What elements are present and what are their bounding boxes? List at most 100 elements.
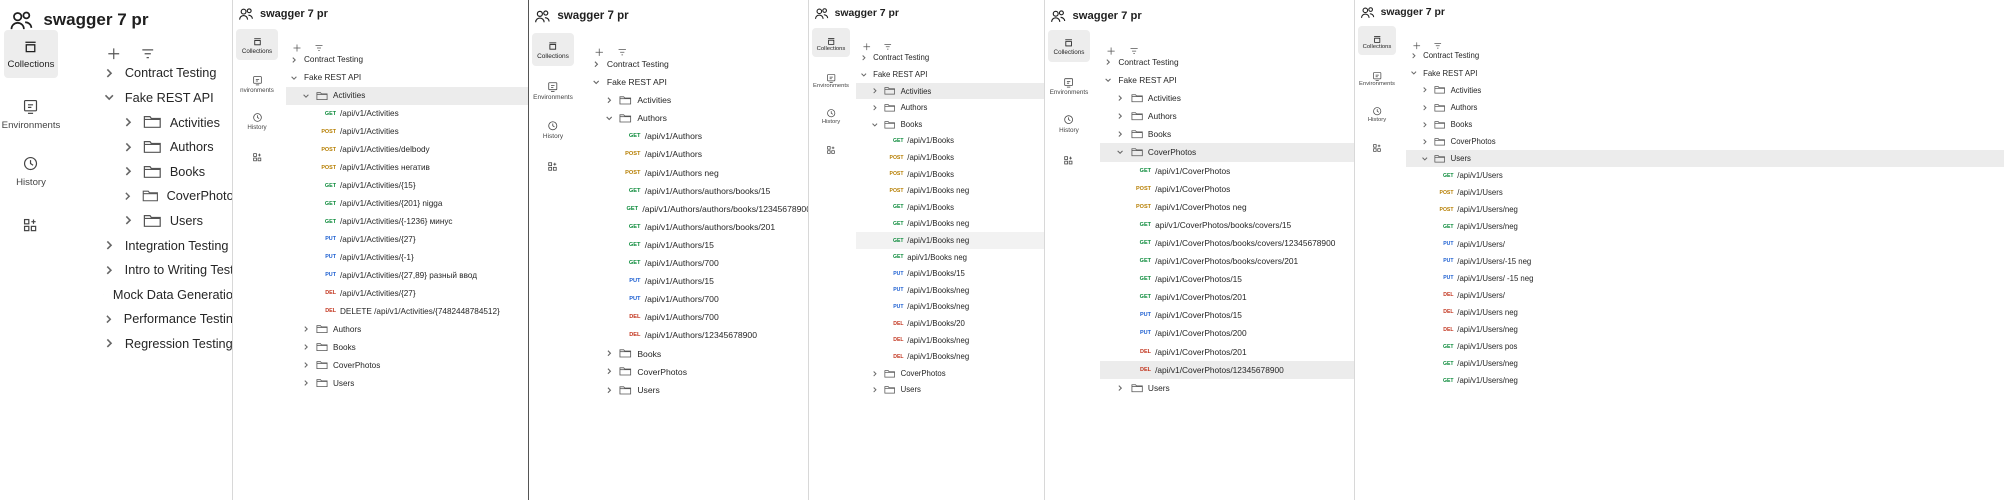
rail-collections[interactable]: Collections <box>236 29 278 60</box>
chevron-down-icon[interactable] <box>1410 69 1418 77</box>
folder-item[interactable]: Activities <box>97 110 240 135</box>
chevron-right-icon[interactable] <box>302 361 310 369</box>
folder-item[interactable]: Authors <box>856 100 1048 117</box>
folder-item[interactable]: Books <box>286 338 528 356</box>
chevron-right-icon[interactable] <box>605 367 613 375</box>
collection-item[interactable]: Performance Testing <box>97 307 240 332</box>
rail-environments[interactable]: Environments <box>812 65 850 94</box>
request-item[interactable]: GET/api/v1/CoverPhotos/books/covers/201 <box>1100 252 1354 270</box>
chevron-right-icon[interactable] <box>871 370 879 378</box>
request-item[interactable]: GET/api/v1/Authors <box>588 127 811 145</box>
rail-environments[interactable]: Environments <box>1048 70 1090 102</box>
rail-configure-apps[interactable] <box>532 152 574 179</box>
folder-item[interactable]: Activities <box>286 86 528 105</box>
plus-icon[interactable] <box>862 39 872 51</box>
request-item[interactable]: PUT/api/v1/Users/ <box>1406 236 2004 253</box>
chevron-right-icon[interactable] <box>122 116 134 128</box>
folder-item[interactable]: CoverPhotos <box>1100 143 1354 162</box>
request-item[interactable]: POST/api/v1/Users <box>1406 184 2004 201</box>
chevron-down-icon[interactable] <box>290 74 298 82</box>
request-item[interactable]: DEL/api/v1/Activities/{27} <box>286 284 528 302</box>
request-item[interactable]: GET api/v1/CoverPhotos/books/covers/15 <box>1100 216 1354 234</box>
request-item[interactable]: GET/api/v1/CoverPhotos/15 <box>1100 270 1354 288</box>
request-item[interactable]: DEL/api/v1/Authors/700 <box>588 308 811 326</box>
chevron-right-icon[interactable] <box>122 190 133 202</box>
folder-item[interactable]: Activities <box>1406 82 2004 99</box>
request-item[interactable]: GET/api/v1/Books <box>856 199 1048 216</box>
request-item[interactable]: GET/api/v1/Activities <box>286 105 528 123</box>
chevron-down-icon[interactable] <box>302 92 310 100</box>
folder-item[interactable]: Activities <box>1100 89 1354 107</box>
rail-collections[interactable]: Collections <box>812 28 850 58</box>
chevron-down-icon[interactable] <box>592 78 600 86</box>
collection-item[interactable]: Fake REST API <box>97 85 240 110</box>
chevron-right-icon[interactable] <box>302 325 310 333</box>
request-item[interactable]: DEL/api/v1/Users/neg <box>1406 321 2004 338</box>
folder-item[interactable]: Books <box>1100 125 1354 143</box>
folder-item[interactable]: Books <box>97 159 240 184</box>
rail-configure-apps[interactable] <box>1358 133 1396 158</box>
request-item[interactable]: GET/api/v1/Users <box>1406 167 2004 184</box>
filter-icon[interactable] <box>1433 38 1443 49</box>
filter-icon[interactable] <box>1129 43 1139 54</box>
collection-item[interactable]: Fake REST API <box>1100 71 1354 89</box>
collection-item[interactable]: Contract Testing <box>97 61 240 86</box>
request-item[interactable]: GET/api/v1/Users/neg <box>1406 218 2004 235</box>
plus-icon[interactable] <box>594 44 605 56</box>
folder-item[interactable]: Users <box>286 374 528 392</box>
folder-item[interactable]: Authors <box>97 135 240 160</box>
rail-configure-apps[interactable] <box>812 135 850 160</box>
rail-history[interactable]: History <box>236 105 278 136</box>
chevron-down-icon[interactable] <box>605 114 613 122</box>
request-item[interactable]: POST/api/v1/Authors neg <box>588 164 811 182</box>
request-item[interactable]: GET/api/v1/Authors/700 <box>588 254 811 272</box>
folder-item[interactable]: Users <box>1100 379 1354 397</box>
request-item[interactable]: PUT/api/v1/Authors/15 <box>588 272 811 290</box>
folder-item[interactable]: Users <box>1406 150 2004 168</box>
request-item[interactable]: GET api/v1/Books neg <box>856 249 1048 266</box>
filter-icon[interactable] <box>883 39 893 50</box>
request-item[interactable]: GET/api/v1/Books <box>856 133 1048 150</box>
folder-item[interactable]: Authors <box>286 320 528 338</box>
collection-item[interactable]: Contract Testing <box>286 51 528 69</box>
chevron-right-icon[interactable] <box>302 379 310 387</box>
collection-item[interactable]: Fake REST API <box>856 66 1048 83</box>
chevron-down-icon[interactable] <box>1104 76 1112 84</box>
rail-history[interactable]: History <box>812 100 850 129</box>
filter-icon[interactable] <box>314 40 324 51</box>
folder-item[interactable]: Authors <box>1100 107 1354 125</box>
chevron-down-icon[interactable] <box>1116 148 1124 156</box>
chevron-right-icon[interactable] <box>122 214 134 226</box>
chevron-right-icon[interactable] <box>1421 121 1429 129</box>
chevron-right-icon[interactable] <box>605 349 613 357</box>
chevron-right-icon[interactable] <box>871 386 879 394</box>
chevron-right-icon[interactable] <box>1116 112 1124 120</box>
request-item[interactable]: PUT/api/v1/CoverPhotos/15 <box>1100 306 1354 324</box>
request-item[interactable]: GET/api/v1/CoverPhotos/201 <box>1100 288 1354 306</box>
request-item[interactable]: PUT/api/v1/Authors/700 <box>588 290 811 308</box>
plus-icon[interactable] <box>292 40 302 52</box>
rail-environments[interactable]: Environments <box>2 90 60 138</box>
chevron-down-icon[interactable] <box>1421 155 1429 163</box>
request-item[interactable]: GET/api/v1/Authors/authors/books/1234567… <box>588 200 812 218</box>
plus-icon[interactable] <box>106 46 122 62</box>
rail-collections[interactable]: Collections <box>1048 30 1090 62</box>
folder-item[interactable]: CoverPhotos <box>856 365 1048 382</box>
request-item[interactable]: DEL DELETE /api/v1/Activities/{7482448784… <box>286 302 528 320</box>
request-item[interactable]: GET/api/v1/Activities/{15} <box>286 177 528 195</box>
request-item[interactable]: GET/api/v1/CoverPhotos <box>1100 162 1354 180</box>
chevron-right-icon[interactable] <box>122 141 134 153</box>
chevron-right-icon[interactable] <box>103 337 115 349</box>
request-item[interactable]: POST/api/v1/CoverPhotos neg <box>1100 198 1354 216</box>
folder-item[interactable]: CoverPhotos <box>286 356 528 374</box>
rail-configure-apps[interactable] <box>1048 145 1090 172</box>
request-item[interactable]: DEL/api/v1/Users/ <box>1406 287 2004 304</box>
folder-item[interactable]: Activities <box>588 91 811 109</box>
rail-history[interactable]: History <box>4 148 58 196</box>
folder-item[interactable]: Users <box>856 382 1048 399</box>
rail-collections[interactable]: Collections <box>532 33 574 66</box>
request-item[interactable]: GET/api/v1/Users pos <box>1406 338 2004 355</box>
request-item[interactable]: POST/api/v1/Authors <box>588 145 811 163</box>
folder-item[interactable]: Books <box>856 116 1048 133</box>
request-item[interactable]: PUT/api/v1/Activities/{27,89} разный вво… <box>286 266 528 284</box>
